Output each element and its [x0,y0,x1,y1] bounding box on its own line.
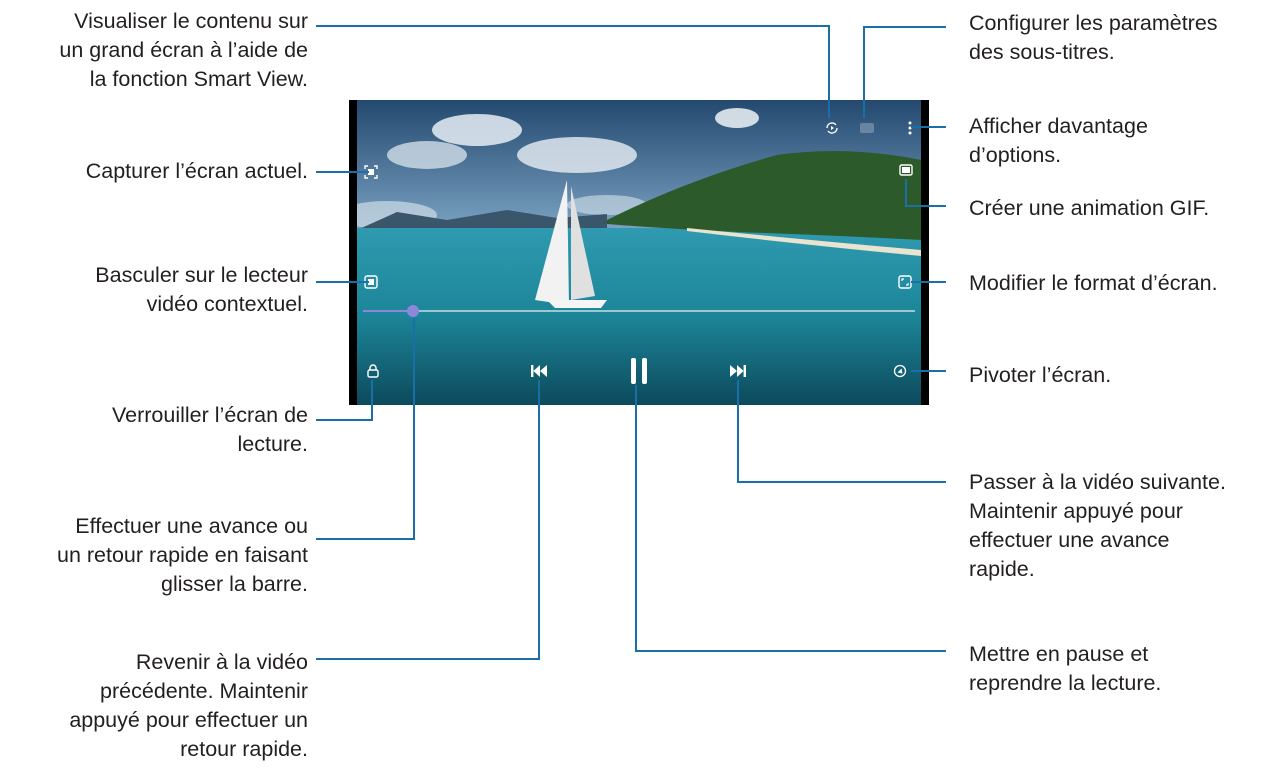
pause-icon[interactable] [627,357,651,385]
annotation-more-options: Afficher davantage d’options. [969,114,1148,167]
annotation-popup-player: Basculer sur le lecteur vidéo contextuel… [95,263,308,316]
annotation-lock: Verrouiller l’écran de lecture. [112,403,308,456]
previous-icon[interactable] [529,362,549,380]
annotation-pause: Mettre en pause et reprendre la lecture. [969,642,1162,695]
rotate-icon[interactable] [891,362,909,380]
seek-bar-track[interactable] [363,310,915,312]
smart-view-icon[interactable] [823,119,841,137]
gif-icon[interactable] [897,162,915,178]
annotation-smart-view: Visualiser le contenu sur un grand écran… [59,9,308,91]
leader-previous [316,380,540,660]
annotation-screen-ratio: Modifier le format d’écran. [969,271,1218,295]
annotation-gif: Créer une animation GIF. [969,196,1210,220]
seek-bar-thumb[interactable] [406,305,419,317]
next-icon[interactable] [728,362,748,380]
annotation-previous: Revenir à la vidéo précédente. Maintenir… [69,650,308,761]
more-options-icon[interactable] [904,119,916,137]
seek-bar-progress [363,310,413,312]
annotation-capture: Capturer l’écran actuel. [85,159,308,183]
annotation-seek-bar: Effectuer une avance ou un retour rapide… [57,514,308,596]
subtitles-icon[interactable] [858,119,876,137]
annotation-subtitles: Configurer les paramètres des sous-titre… [969,11,1218,64]
lock-icon[interactable] [364,362,382,380]
capture-icon[interactable] [362,163,380,181]
leader-pause [635,385,946,652]
annotation-next: Passer à la vidéo suivante. Maintenir ap… [969,470,1226,581]
video-player-screen [349,100,929,405]
screen-ratio-icon[interactable] [896,273,914,291]
annotation-rotate: Pivoter l’écran. [969,363,1112,387]
popup-player-icon[interactable] [362,273,380,291]
